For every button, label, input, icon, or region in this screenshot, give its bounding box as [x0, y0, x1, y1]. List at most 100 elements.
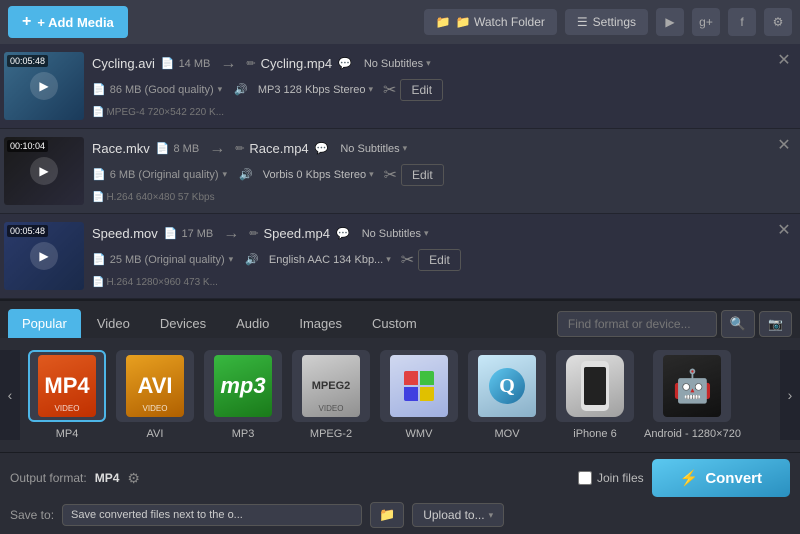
format-icon-wrap-mov: Q	[468, 350, 546, 422]
convert-label: Convert	[705, 470, 762, 487]
scroll-right-button[interactable]: ›	[780, 350, 800, 440]
edit-button[interactable]: Edit	[400, 79, 443, 101]
format-label-avi: AVI	[147, 428, 164, 440]
filename: Race.mkv	[92, 141, 150, 156]
subtitle-icon: 💬	[315, 142, 329, 155]
tab-audio[interactable]: Audio	[222, 309, 283, 338]
file-icon: 📄	[156, 142, 170, 155]
cut-button[interactable]: ✂	[401, 250, 414, 270]
facebook-icon[interactable]: f	[728, 8, 756, 36]
file-size-in: 17 MB	[181, 228, 213, 240]
chevron-down-icon: ▾	[218, 84, 223, 95]
close-button[interactable]: ✕	[774, 135, 794, 155]
upload-label: Upload to...	[423, 508, 484, 522]
format-item-iphone6[interactable]: iPhone 6	[556, 350, 634, 440]
tab-custom[interactable]: Custom	[358, 309, 431, 338]
audio-label: English AAC 134 Kbp...	[269, 254, 383, 266]
subtitles-button[interactable]: No Subtitles ▾	[334, 140, 413, 158]
edit-button[interactable]: Edit	[401, 164, 444, 186]
chevron-down-icon: ▾	[489, 510, 494, 521]
quicktime-q-icon: Q	[489, 368, 525, 404]
file-icon-small: 📄	[92, 192, 104, 203]
chevron-down-icon: ▾	[424, 228, 429, 239]
audio-icon: 🔊	[245, 253, 259, 266]
bottom-bar: Output format: MP4 ⚙ Join files ⚡ Conver…	[0, 452, 800, 534]
format-tabs-bar: Popular Video Devices Audio Images Custo…	[0, 301, 800, 338]
format-item-android[interactable]: 🤖 Android - 1280×720	[644, 350, 741, 440]
chevron-down-icon: ▾	[229, 254, 234, 265]
avi-icon: AVI VIDEO	[126, 355, 184, 417]
format-item-mov[interactable]: Q MOV	[468, 350, 546, 440]
close-button[interactable]: ✕	[774, 50, 794, 70]
search-icon-button[interactable]: 🔍	[721, 310, 755, 338]
add-media-button[interactable]: + + Add Media	[8, 6, 128, 38]
android-icon-wrap: 🤖	[663, 355, 721, 417]
edit-pen-icon: ✏	[235, 142, 244, 155]
file-icon-small: 📄	[92, 107, 104, 118]
subtitles-button[interactable]: No Subtitles ▾	[356, 225, 435, 243]
file-size-in: 8 MB	[174, 143, 200, 155]
format-icon-wrap-iphone6	[556, 350, 634, 422]
audio-button[interactable]: English AAC 134 Kbp... ▾	[263, 251, 397, 269]
format-item-mp4[interactable]: MP4 VIDEO MP4	[28, 350, 106, 440]
edit-pen-icon: ✏	[246, 57, 255, 70]
format-item-mpeg2[interactable]: MPEG2 VIDEO MPEG-2	[292, 350, 370, 440]
output-filename: Cycling.mp4	[261, 56, 333, 71]
tab-video[interactable]: Video	[83, 309, 144, 338]
upload-to-button[interactable]: Upload to... ▾	[412, 503, 504, 527]
audio-button[interactable]: Vorbis 0 Kbps Stereo ▾	[257, 166, 380, 184]
filename: Speed.mov	[92, 226, 158, 241]
edit-pen-icon: ✏	[249, 227, 258, 240]
duration-badge: 00:05:48	[7, 55, 48, 67]
close-button[interactable]: ✕	[774, 220, 794, 240]
format-item-avi[interactable]: AVI VIDEO AVI	[116, 350, 194, 440]
format-icon-wrap-mp4: MP4 VIDEO	[28, 350, 106, 422]
browse-folder-button[interactable]: 📁	[370, 502, 404, 528]
scroll-left-button[interactable]: ‹	[0, 350, 20, 440]
thumbnail-3: 00:05:48 ▶	[4, 222, 84, 290]
play-icon: ▶	[30, 72, 58, 100]
tab-devices[interactable]: Devices	[146, 309, 220, 338]
format-item-wmv[interactable]: WMV	[380, 350, 458, 440]
tab-images[interactable]: Images	[285, 309, 356, 338]
audio-label: Vorbis 0 Kbps Stereo	[263, 169, 366, 181]
output-format-value: MP4	[95, 471, 120, 485]
convert-button[interactable]: ⚡ Convert	[652, 459, 790, 497]
subtitle-icon: 💬	[338, 57, 352, 70]
join-files-checkbox[interactable]	[578, 471, 592, 485]
gear-icon[interactable]: ⚙	[764, 8, 792, 36]
file-icon: 📄	[92, 168, 106, 181]
youtube-icon[interactable]: ▶	[656, 8, 684, 36]
subtitle-icon: 💬	[336, 227, 350, 240]
tab-popular[interactable]: Popular	[8, 309, 81, 338]
cut-button[interactable]: ✂	[383, 80, 396, 100]
save-to-label: Save to:	[10, 508, 54, 522]
iphone-icon	[566, 355, 624, 417]
codec-info: H.264 640×480 57 Kbps	[106, 192, 214, 203]
play-icon: ▶	[30, 242, 58, 270]
subtitle-label: No Subtitles	[364, 58, 423, 70]
cut-button[interactable]: ✂	[384, 165, 397, 185]
output-format-row: Output format: MP4 ⚙ Join files ⚡ Conver…	[10, 459, 790, 497]
save-path-input[interactable]	[62, 504, 362, 526]
output-size: 25 MB (Original quality)	[110, 254, 225, 266]
audio-button[interactable]: MP3 128 Kbps Stereo ▾	[252, 81, 379, 99]
edit-button[interactable]: Edit	[418, 249, 461, 271]
add-media-label: + Add Media	[37, 15, 113, 30]
arrow-icon: →	[209, 140, 225, 158]
format-search-input[interactable]	[557, 311, 717, 337]
audio-icon: 🔊	[234, 83, 248, 96]
join-files-label[interactable]: Join files	[597, 471, 644, 485]
settings-icon: ☰	[577, 15, 588, 29]
format-icon-wrap-mp3: mp3	[204, 350, 282, 422]
output-format-settings-button[interactable]: ⚙	[127, 470, 140, 487]
googleplus-icon[interactable]: g+	[692, 8, 720, 36]
thumbnail-2: 00:10:04 ▶	[4, 137, 84, 205]
subtitles-button[interactable]: No Subtitles ▾	[358, 55, 437, 73]
watch-folder-button[interactable]: 📁 📁 Watch Folder	[424, 9, 557, 35]
settings-button[interactable]: ☰ Settings	[565, 9, 648, 35]
format-icon-wrap-android: 🤖	[653, 350, 731, 422]
scan-device-button[interactable]: 📷	[759, 311, 792, 337]
format-item-mp3[interactable]: mp3 MP3	[204, 350, 282, 440]
play-icon: ▶	[30, 157, 58, 185]
